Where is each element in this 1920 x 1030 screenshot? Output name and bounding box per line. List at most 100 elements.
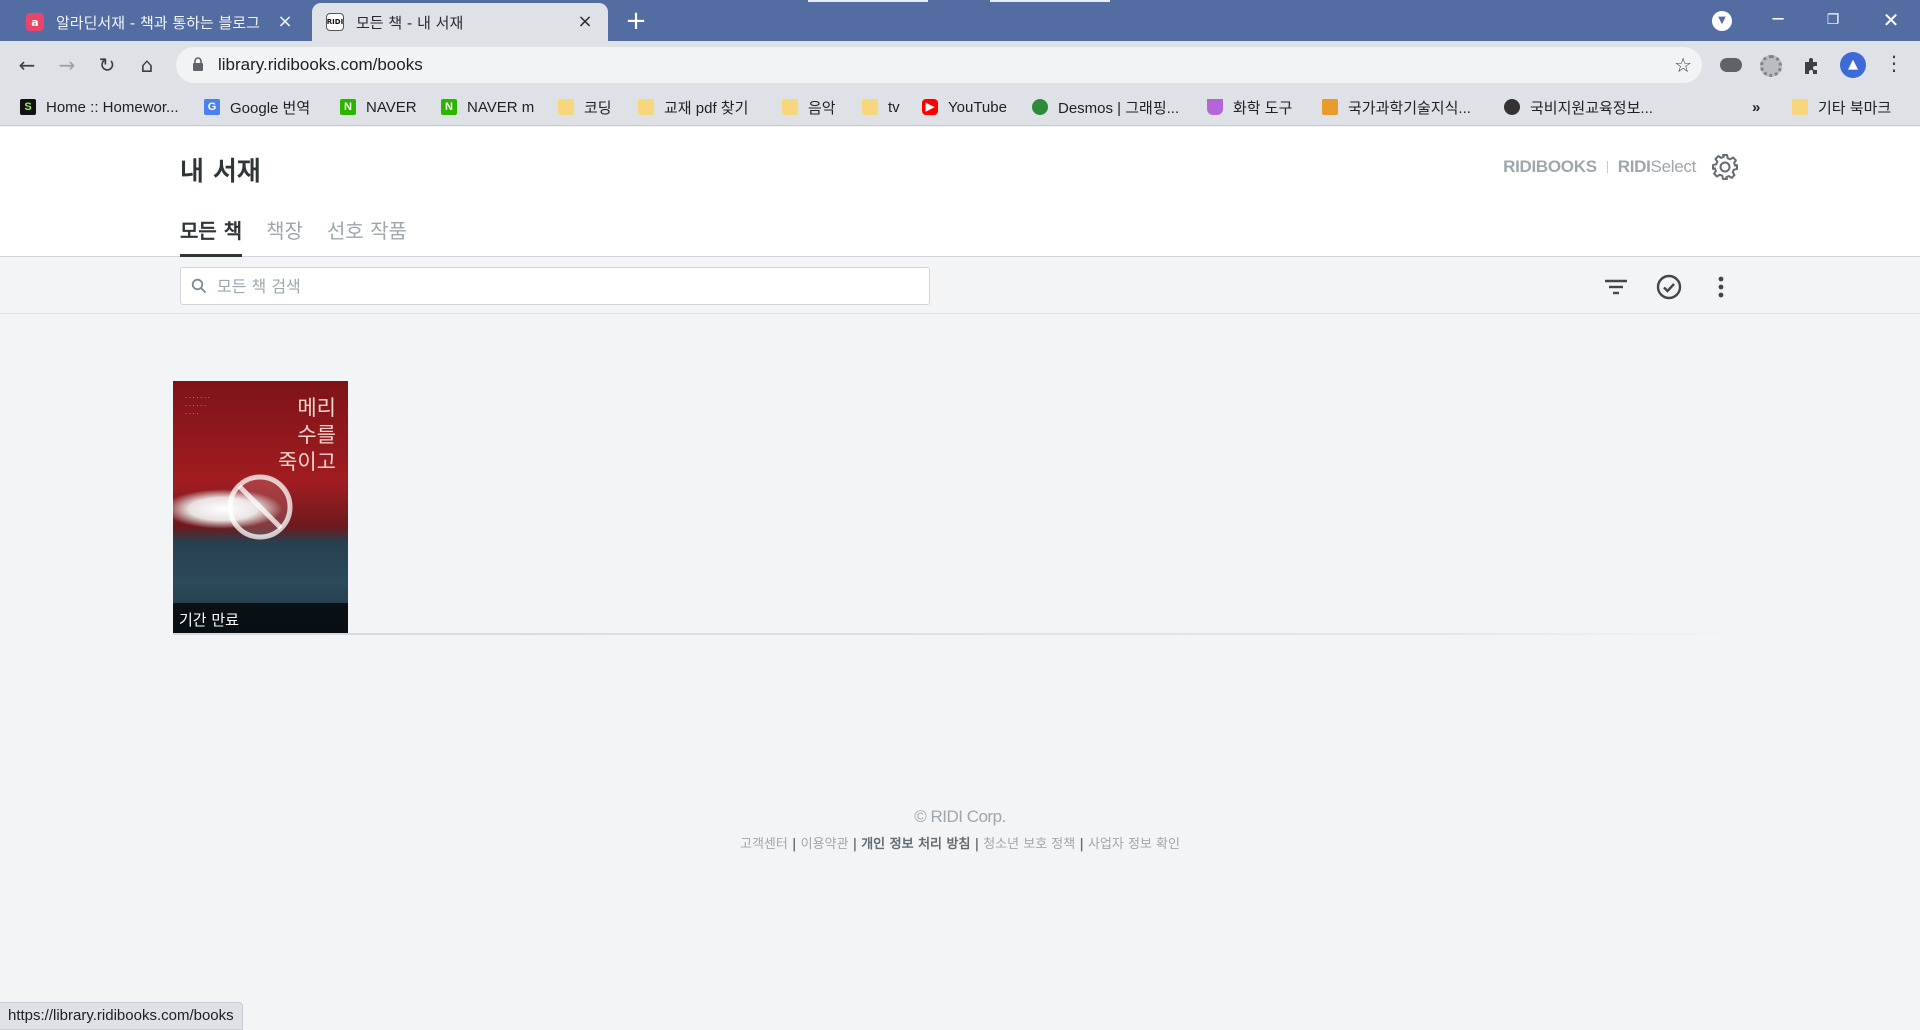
bookmark-item[interactable]: 교재 pdf 찾기 (638, 96, 748, 118)
forward-button[interactable]: → (53, 51, 81, 79)
tab-all-books[interactable]: 모든 책 (180, 215, 243, 257)
gear-icon[interactable] (1711, 153, 1739, 181)
profile-avatar[interactable]: ▲ (1840, 52, 1866, 78)
naver-icon: N (441, 99, 457, 115)
expired-badge: 기간 만료 (173, 603, 348, 633)
footer-link-terms[interactable]: 이용약관 (801, 837, 849, 852)
footer: © RIDI Corp. 고객센터 | 이용약관 | 개인 정보 처리 방침 | 청소년 보… (0, 807, 1920, 852)
bookmark-label: 음악 (808, 99, 836, 117)
aladin-icon: a (26, 13, 44, 31)
bookmark-item[interactable]: S Home :: Homewor... (20, 96, 179, 118)
minimize-button[interactable]: ─ (1758, 6, 1798, 34)
back-button[interactable]: ← (13, 51, 41, 79)
divider: | (852, 837, 858, 852)
flask-icon (1207, 99, 1223, 115)
folder-icon (558, 99, 574, 115)
bookmark-label: 교재 pdf 찾기 (664, 99, 749, 117)
bookmark-item[interactable]: G Google 번역 (204, 96, 310, 118)
bookmark-item[interactable]: 코딩 (558, 96, 612, 118)
divider (1606, 161, 1608, 173)
bookmark-label: Google 번역 (230, 99, 311, 117)
copyright: © RIDI Corp. (914, 807, 1006, 826)
bookmark-item[interactable]: ▶ YouTube (922, 96, 1007, 118)
tab-favorites[interactable]: 선호 작품 (327, 215, 407, 257)
bookmark-label: 국비지원교육정보... (1530, 99, 1653, 117)
bookmark-label: tv (888, 98, 900, 116)
ridi-select-bold: RIDI (1617, 157, 1651, 176)
shelf-divider (173, 633, 1753, 635)
puzzle-extensions-icon[interactable] (1801, 55, 1823, 77)
bookmark-label: Home :: Homewor... (46, 98, 179, 116)
footer-link-business-info[interactable]: 사업자 정보 확인 (1088, 837, 1180, 852)
bookmark-item[interactable]: N NAVER (340, 96, 417, 118)
bookmark-item[interactable]: tv (862, 96, 900, 118)
home-button[interactable]: ⌂ (133, 51, 161, 79)
ridi-select-link[interactable]: RIDISelect (1617, 157, 1697, 177)
bookmark-item[interactable]: 국가과학기술지식... (1322, 96, 1471, 118)
close-icon[interactable]: × (576, 13, 594, 31)
cloud-extension-icon[interactable] (1720, 58, 1742, 72)
bookmark-item[interactable]: 음악 (782, 96, 836, 118)
bookmark-label: NAVER m (467, 98, 535, 116)
lock-icon[interactable] (192, 57, 204, 71)
library-tabs: 모든 책 책장 선호 작품 (180, 215, 407, 257)
cover-title-line: 메리 (297, 396, 336, 420)
close-window-button[interactable]: ✕ (1871, 6, 1911, 34)
browser-menu-icon[interactable]: ⋮ (1884, 51, 1904, 75)
browser-tab-aladin[interactable]: a 알라딘서재 - 책과 통하는 블로그 × (12, 3, 308, 41)
restore-button[interactable]: ❐ (1813, 6, 1853, 34)
footer-link-customer-center[interactable]: 고객센터 (740, 837, 788, 852)
tab-title: 알라딘서재 - 책과 통하는 블로그 (56, 13, 260, 32)
search-input[interactable] (217, 274, 917, 298)
page-title: 내 서재 (180, 157, 261, 187)
bookmark-label: 화학 도구 (1233, 99, 1293, 117)
tab-bookshelf[interactable]: 책장 (266, 215, 303, 257)
footer-links: 고객센터 | 이용약관 | 개인 정보 처리 방침 | 청소년 보호 정책 | 사업자 정보 확… (0, 833, 1920, 852)
tab-search-button[interactable]: ▼ (1712, 11, 1732, 31)
folder-icon (782, 99, 798, 115)
new-tab-button[interactable]: + (622, 8, 650, 36)
ridibooks-link[interactable]: RIDIBOOKS (1503, 157, 1597, 177)
reload-button[interactable]: ↻ (93, 51, 121, 79)
naver-icon: N (340, 99, 356, 115)
footer-link-privacy[interactable]: 개인 정보 처리 방침 (861, 837, 970, 852)
google-translate-icon: G (204, 99, 220, 115)
youtube-icon: ▶ (922, 99, 938, 115)
bookmark-item[interactable]: N NAVER m (441, 96, 534, 118)
search-box[interactable] (180, 267, 930, 305)
book-cover-title: 메리 수를 죽이고 (266, 395, 336, 476)
library-header: 내 서재 RIDIBOOKS RIDISelect 모든 책 책장 선호 작품 (0, 127, 1920, 257)
close-icon[interactable]: × (276, 13, 294, 31)
bookmark-item[interactable]: 국비지원교육정보... (1504, 96, 1653, 118)
other-bookmarks-folder[interactable]: 기타 북마크 (1792, 96, 1891, 118)
bookmark-label: 코딩 (584, 99, 612, 117)
bookmark-label: 기타 북마크 (1818, 99, 1892, 117)
divider: | (791, 837, 797, 852)
settings-extension-icon[interactable] (1760, 55, 1782, 77)
bookmark-item[interactable]: Desmos | 그래핑... (1032, 96, 1179, 118)
more-options-icon[interactable] (1706, 272, 1736, 302)
bookmark-item[interactable]: 화학 도구 (1207, 96, 1292, 118)
url-text[interactable]: library.ridibooks.com/books (218, 55, 423, 75)
folder-icon (1792, 99, 1808, 115)
footer-link-youth-policy[interactable]: 청소년 보호 정책 (983, 837, 1075, 852)
browser-tab-ridi[interactable]: RIDI 모든 책 - 내 서재 × (312, 3, 608, 41)
window-drag-edge (808, 0, 928, 2)
bookmark-star-icon[interactable]: ☆ (1674, 53, 1692, 77)
cover-decoration: · · · · · · · · · · · · · · · · · (185, 395, 210, 418)
window-drag-edge (990, 0, 1110, 2)
bookmark-label: NAVER (366, 98, 417, 116)
cover-title-line: 죽이고 (278, 450, 336, 474)
folder-icon (638, 99, 654, 115)
filter-icon[interactable] (1601, 272, 1631, 302)
book-item[interactable]: · · · · · · · · · · · · · · · · · 메리 수를 죽이… (173, 381, 348, 633)
bookmarks-overflow-button[interactable]: » (1752, 96, 1760, 118)
bookmarks-bar: S Home :: Homewor... G Google 번역 N NAVER NN… (0, 88, 1920, 126)
search-icon (191, 278, 207, 294)
divider: | (974, 837, 980, 852)
divider: | (1079, 837, 1084, 852)
address-bar[interactable]: library.ridibooks.com/books ☆ (176, 47, 1702, 83)
library-page: 내 서재 RIDIBOOKS RIDISelect 모든 책 책장 선호 작품 (0, 127, 1920, 1030)
select-check-icon[interactable] (1654, 272, 1684, 302)
globe-icon (1504, 99, 1520, 115)
